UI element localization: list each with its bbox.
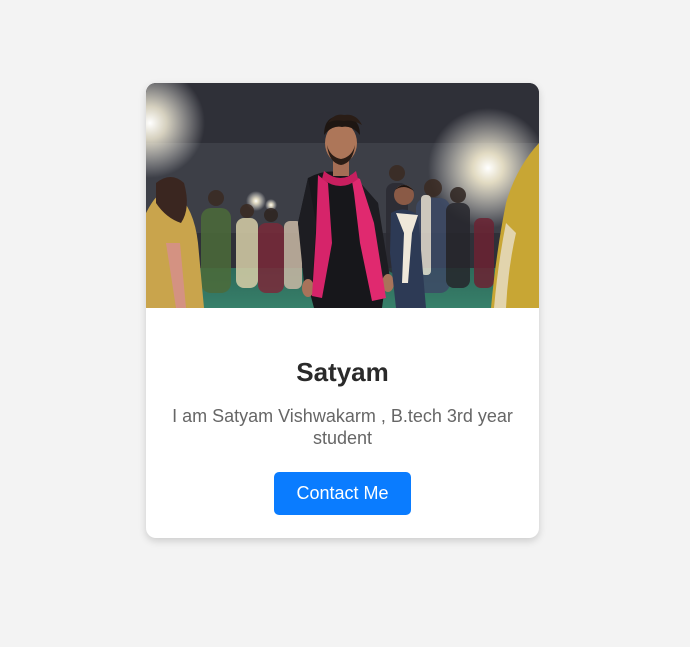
profile-name: Satyam — [296, 357, 389, 387]
profile-bio: I am Satyam Vishwakarm , B.tech 3rd year… — [172, 406, 513, 448]
profile-photo — [146, 83, 539, 308]
profile-card: Satyam I am Satyam Vishwakarm , B.tech 3… — [146, 83, 539, 538]
contact-me-button[interactable]: Contact Me — [274, 472, 411, 515]
